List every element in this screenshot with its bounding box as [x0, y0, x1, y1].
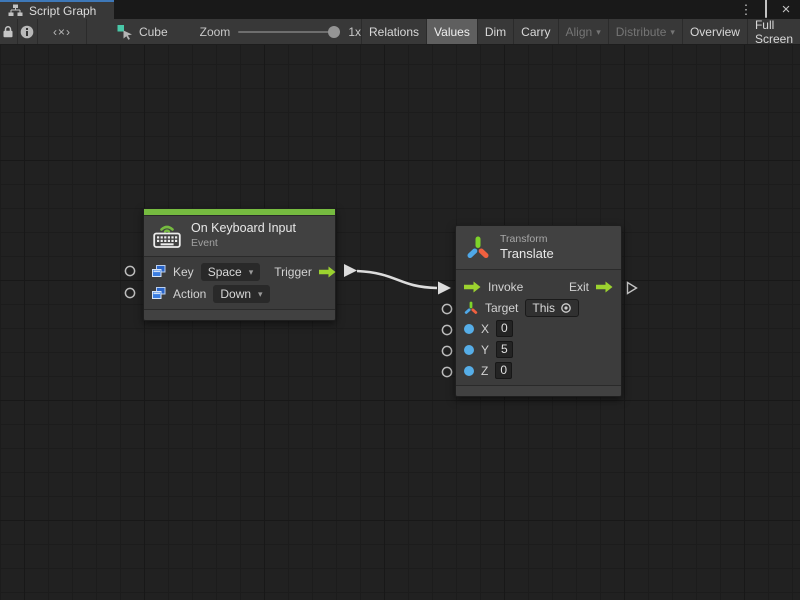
- overview-button[interactable]: Overview: [682, 19, 747, 44]
- values-button[interactable]: Values: [426, 19, 477, 44]
- trigger-label: Trigger: [274, 265, 312, 279]
- event-color-bar: [144, 209, 335, 216]
- node-footer: [456, 385, 621, 396]
- transform-mini-icon: [464, 301, 478, 315]
- info-button[interactable]: [18, 19, 38, 44]
- value-port-dot: [464, 345, 474, 355]
- value-port-dot: [464, 366, 474, 376]
- chevron-down-icon: ▾: [670, 27, 675, 38]
- trigger-output-port[interactable]: [344, 264, 357, 277]
- key-row: Key Space ▾ Trigger: [144, 261, 335, 283]
- graph-target[interactable]: Cube: [107, 19, 168, 44]
- node-on-keyboard-input[interactable]: On Keyboard Input Event Key Spac: [143, 208, 336, 321]
- key-label: Key: [173, 265, 194, 279]
- chevron-down-icon: ▾: [596, 27, 601, 38]
- node-body: Key Space ▾ Trigger: [144, 256, 335, 309]
- info-icon: [20, 25, 34, 39]
- script-graph-window: Script Graph ⋮ ×: [0, 0, 800, 600]
- action-row: Action Down ▾: [144, 283, 335, 305]
- tab-bar: Script Graph ⋮ ×: [0, 0, 800, 19]
- y-row: Y 5: [456, 339, 621, 360]
- window-maximize-icon[interactable]: [758, 1, 774, 18]
- invoke-label: Invoke: [488, 280, 523, 294]
- toolbar-buttons: Relations Values Dim Carry Align ▾ Distr…: [361, 19, 800, 44]
- target-row: Target This: [456, 297, 621, 318]
- z-input-port[interactable]: [442, 367, 451, 376]
- action-input-port[interactable]: [125, 288, 134, 297]
- z-label: Z: [481, 364, 488, 378]
- flow-arrow-icon: [464, 281, 481, 293]
- x-label: X: [481, 322, 489, 336]
- zoom-slider[interactable]: [238, 31, 340, 33]
- x-row: X 0: [456, 318, 621, 339]
- enum-icon: [152, 287, 166, 300]
- lock-icon: [2, 25, 14, 38]
- exit-output-port[interactable]: [628, 283, 637, 294]
- action-dropdown[interactable]: Down ▾: [213, 285, 269, 303]
- zoom-label: Zoom: [200, 25, 231, 39]
- node-header[interactable]: Transform Translate: [456, 226, 621, 269]
- node-footer: [144, 309, 335, 320]
- y-input-port[interactable]: [442, 346, 451, 355]
- keyboard-icon: [152, 222, 182, 249]
- invoke-input-port[interactable]: [438, 282, 451, 295]
- chevron-down-icon: ▾: [249, 267, 254, 278]
- key-input-port[interactable]: [125, 266, 134, 275]
- object-picker-icon[interactable]: [560, 302, 572, 314]
- enum-icon: [152, 265, 166, 278]
- y-value-field[interactable]: 5: [496, 341, 513, 358]
- distribute-button[interactable]: Distribute ▾: [608, 19, 682, 44]
- window-menu-icon[interactable]: ⋮: [738, 1, 754, 18]
- x-value-field[interactable]: 0: [496, 320, 513, 337]
- dim-button[interactable]: Dim: [477, 19, 513, 44]
- lock-button[interactable]: [0, 19, 18, 44]
- zoom-value: 1x: [348, 25, 361, 39]
- target-object-field[interactable]: This: [525, 299, 579, 317]
- exit-label: Exit: [569, 280, 589, 294]
- connections-overlay: [0, 45, 800, 600]
- tab-title: Script Graph: [29, 4, 96, 18]
- node-title: On Keyboard Input: [191, 221, 296, 237]
- z-value-field[interactable]: 0: [495, 362, 512, 379]
- invoke-row: Invoke Exit: [456, 276, 621, 297]
- connection-wire[interactable]: [357, 271, 437, 288]
- chevron-down-icon: ▾: [258, 289, 263, 300]
- unit-options-button[interactable]: ‹×›: [38, 19, 88, 44]
- carry-button[interactable]: Carry: [513, 19, 557, 44]
- graph-target-label: Cube: [139, 25, 168, 39]
- window-close-icon[interactable]: ×: [778, 1, 794, 18]
- toolbar-spacer: [87, 19, 107, 44]
- script-graph-icon: [8, 4, 23, 17]
- graph-pointer-icon: [117, 24, 133, 40]
- value-port-dot: [464, 324, 474, 334]
- z-row: Z 0: [456, 360, 621, 381]
- relations-button[interactable]: Relations: [361, 19, 426, 44]
- graph-toolbar: ‹×› Cube Zoom 1x Relations Values Dim Ca…: [0, 19, 800, 45]
- node-title: Translate: [500, 246, 554, 262]
- y-label: Y: [481, 343, 489, 357]
- target-input-port[interactable]: [442, 304, 451, 313]
- code-icon: ‹×›: [53, 25, 71, 39]
- node-subtitle: Event: [191, 237, 296, 250]
- x-input-port[interactable]: [442, 325, 451, 334]
- flow-arrow-icon: [319, 266, 336, 278]
- align-button[interactable]: Align ▾: [558, 19, 608, 44]
- key-dropdown[interactable]: Space ▾: [201, 263, 261, 281]
- tab-script-graph[interactable]: Script Graph: [0, 0, 114, 19]
- flow-arrow-icon: [596, 281, 613, 293]
- transform-icon: [465, 234, 491, 262]
- node-translate[interactable]: Transform Translate Invoke Exit: [455, 225, 622, 397]
- full-screen-button[interactable]: Full Screen: [747, 19, 800, 44]
- graph-canvas[interactable]: On Keyboard Input Event Key Spac: [0, 45, 800, 600]
- node-surtitle: Transform: [500, 233, 554, 246]
- zoom-control: Zoom 1x: [200, 19, 361, 44]
- action-label: Action: [173, 287, 206, 301]
- zoom-slider-handle[interactable]: [328, 26, 340, 38]
- node-header[interactable]: On Keyboard Input Event: [144, 216, 335, 256]
- window-controls: ⋮ ×: [738, 0, 800, 19]
- target-label: Target: [485, 301, 518, 315]
- node-body: Invoke Exit Target: [456, 269, 621, 385]
